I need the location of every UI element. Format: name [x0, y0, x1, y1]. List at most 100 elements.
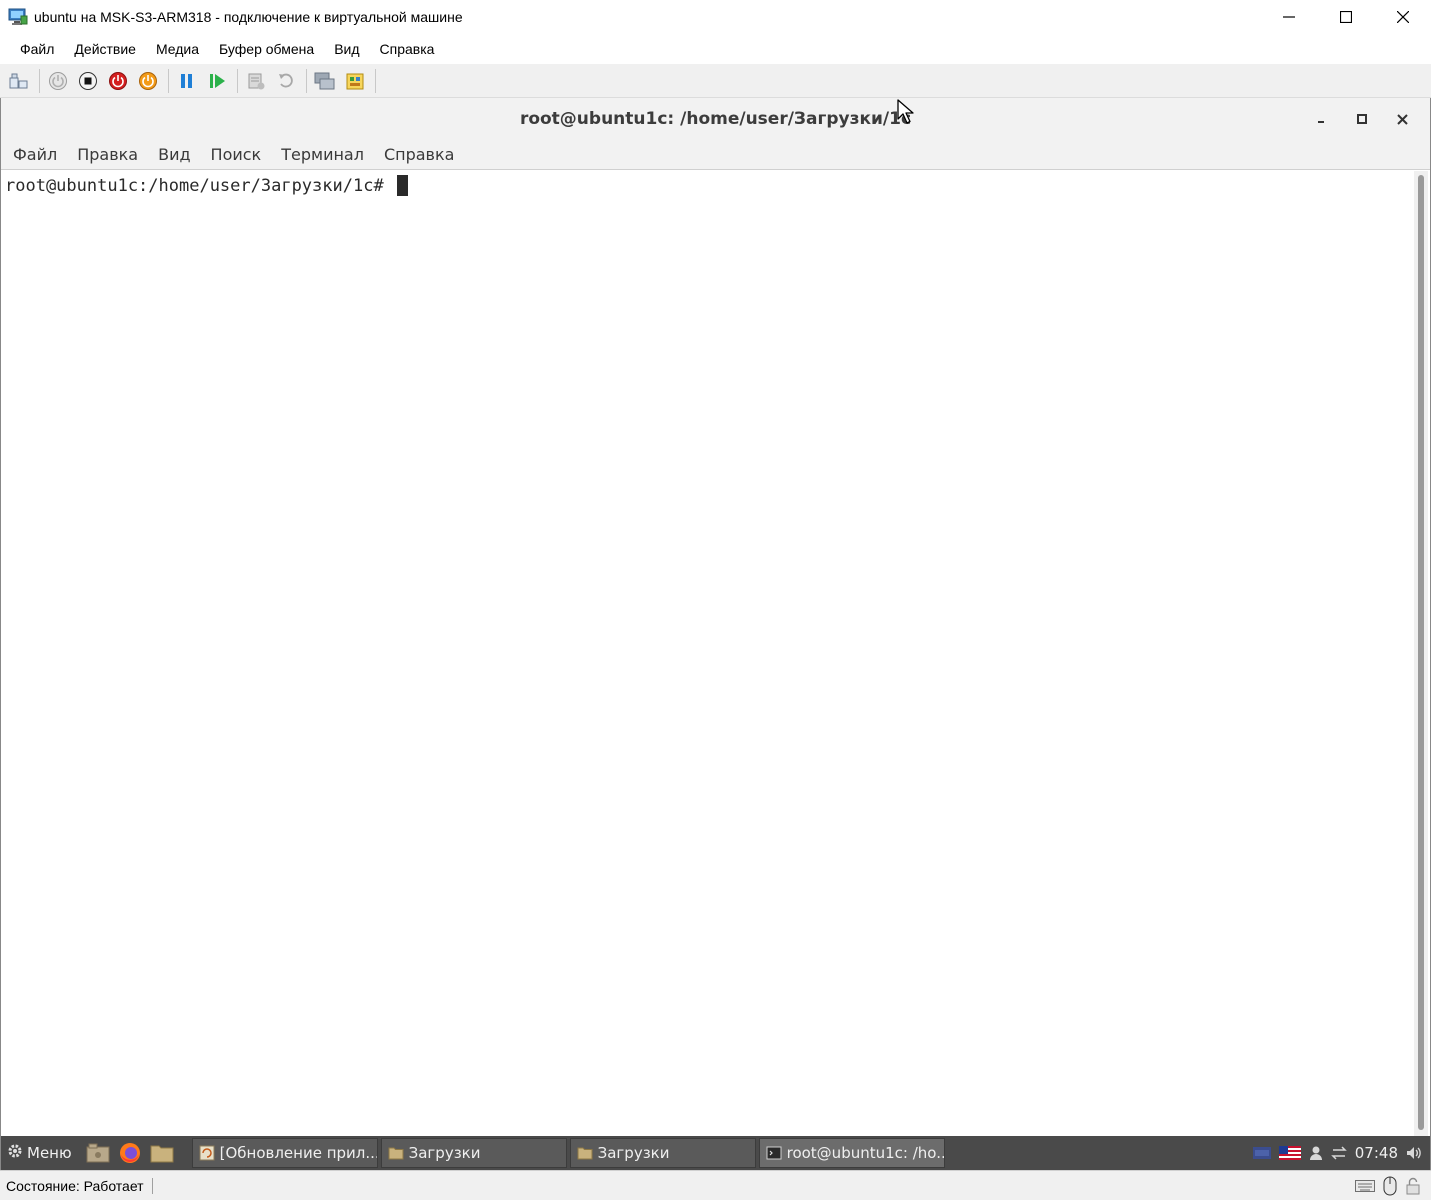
network-icon[interactable]	[1330, 1145, 1347, 1161]
close-icon	[1396, 11, 1409, 23]
minimize-icon	[1282, 16, 1295, 18]
turn-off-button[interactable]	[75, 68, 101, 94]
volume-icon[interactable]	[1406, 1145, 1422, 1161]
mouse-pointer-icon	[897, 99, 914, 124]
prompt-line: root@ubuntu1c:/home/user/Загрузки/1c#	[5, 175, 408, 196]
save-state-button[interactable]	[135, 68, 161, 94]
window-title: ubuntu на MSK-S3-ARM318 - подключение к …	[34, 9, 463, 25]
menu-clipboard[interactable]: Буфер обмена	[209, 41, 324, 57]
turn-off-icon	[79, 71, 97, 90]
enhanced-session-icon	[314, 72, 335, 89]
mouse-icon	[1383, 1176, 1397, 1196]
terminal-maximize-button[interactable]	[1342, 104, 1382, 134]
pause-button[interactable]	[174, 68, 200, 94]
start-button[interactable]	[45, 68, 71, 94]
firefox-icon	[119, 1143, 140, 1163]
terminal-title: root@ubuntu1c: /home/user/Загрузки/1c	[519, 109, 912, 129]
resume-button[interactable]	[204, 68, 230, 94]
taskbar-task-downloads-2[interactable]: Загрузки	[569, 1138, 756, 1168]
save-state-icon	[139, 71, 157, 90]
lock-icon	[1405, 1177, 1421, 1195]
share-button[interactable]	[342, 68, 368, 94]
terminal-close-button[interactable]	[1382, 104, 1422, 134]
terminal-menu-bar: Файл Правка Вид Поиск Терминал Справка	[1, 140, 1430, 170]
launcher-show-desktop[interactable]	[84, 1139, 112, 1167]
terminal-body[interactable]: root@ubuntu1c:/home/user/Загрузки/1c#	[1, 171, 1413, 1136]
terminal-menu-help[interactable]: Справка	[374, 145, 465, 164]
maximize-button[interactable]	[1317, 0, 1374, 34]
launcher-files[interactable]	[148, 1139, 176, 1167]
taskbar-task-update[interactable]: [Обновление прил...	[191, 1138, 378, 1168]
terminal-menu-terminal[interactable]: Терминал	[271, 145, 374, 164]
show-desktop-icon	[86, 1143, 110, 1163]
task-label: Загрузки	[597, 1144, 670, 1162]
folder-icon	[388, 1147, 404, 1160]
taskbar-task-downloads-1[interactable]: Загрузки	[380, 1138, 567, 1168]
terminal-title-bar[interactable]: root@ubuntu1c: /home/user/Загрузки/1c	[1, 98, 1430, 140]
toolbar-separator	[237, 68, 238, 93]
checkpoint-button[interactable]	[243, 68, 269, 94]
maximize-icon	[1357, 114, 1367, 124]
close-icon	[1396, 113, 1408, 125]
terminal-menu-search[interactable]: Поиск	[201, 145, 272, 164]
clock[interactable]: 07:48	[1355, 1144, 1398, 1162]
shell-prompt: root@ubuntu1c:/home/user/Загрузки/1c#	[5, 175, 384, 196]
shutdown-button[interactable]	[105, 68, 131, 94]
start-menu-button[interactable]: Меню	[1, 1136, 72, 1170]
terminal-menu-view[interactable]: Вид	[148, 145, 200, 164]
terminal-scrollbar[interactable]	[1414, 171, 1428, 1136]
pause-icon	[181, 73, 192, 88]
minimize-icon	[1318, 121, 1324, 123]
taskbar-task-terminal[interactable]: root@ubuntu1c: /ho...	[758, 1138, 945, 1168]
terminal-menu-file[interactable]: Файл	[3, 145, 67, 164]
update-icon	[199, 1145, 215, 1161]
scrollbar-thumb[interactable]	[1418, 175, 1424, 1130]
enhanced-session-button[interactable]	[312, 68, 338, 94]
keyboard-icon	[1355, 1179, 1375, 1193]
gear-icon	[7, 1143, 23, 1163]
share-icon	[346, 73, 364, 89]
folder-icon	[577, 1147, 593, 1160]
vm-status-text: Состояние: Работает	[6, 1177, 153, 1194]
terminal-menu-edit[interactable]: Правка	[67, 145, 148, 164]
close-button[interactable]	[1374, 0, 1431, 34]
menu-media[interactable]: Медиа	[146, 41, 209, 57]
start-menu-label: Меню	[27, 1144, 72, 1162]
shutdown-icon	[109, 71, 127, 90]
guest-display[interactable]: root@ubuntu1c: /home/user/Загрузки/1c Фа…	[0, 98, 1431, 1170]
start-icon	[49, 71, 67, 90]
task-label: root@ubuntu1c: /ho...	[786, 1144, 945, 1162]
ctrl-alt-del-icon	[9, 73, 28, 88]
host-menu-bar: Файл Действие Медиа Буфер обмена Вид Спр…	[0, 34, 1431, 64]
minimize-button[interactable]	[1260, 0, 1317, 34]
task-label: [Обновление прил...	[219, 1144, 378, 1162]
vm-connection-icon	[8, 8, 28, 26]
terminal-icon	[766, 1146, 782, 1160]
menu-view[interactable]: Вид	[324, 41, 369, 57]
terminal-minimize-button[interactable]	[1302, 104, 1342, 134]
maximize-icon	[1339, 11, 1352, 23]
menu-action[interactable]: Действие	[64, 41, 146, 57]
ctrl-alt-del-button[interactable]	[6, 68, 32, 94]
toolbar-separator	[306, 68, 307, 93]
user-icon[interactable]	[1309, 1145, 1323, 1161]
launcher-firefox[interactable]	[116, 1139, 144, 1167]
text-cursor	[396, 175, 408, 196]
revert-button[interactable]	[273, 68, 299, 94]
toolbar-separator	[39, 68, 40, 93]
guest-taskbar: Меню [Обновление прил... Загрузки Загруз…	[1, 1136, 1430, 1170]
host-status-bar: Состояние: Работает	[0, 1170, 1431, 1200]
keyboard-layout-icon[interactable]	[1252, 1147, 1271, 1159]
task-label: Загрузки	[408, 1144, 481, 1162]
system-tray: 07:48	[1252, 1136, 1430, 1170]
host-title-bar: ubuntu на MSK-S3-ARM318 - подключение к …	[0, 0, 1431, 34]
menu-file[interactable]: Файл	[10, 41, 64, 57]
us-flag-icon[interactable]	[1278, 1146, 1301, 1160]
menu-help[interactable]: Справка	[370, 41, 445, 57]
resume-icon	[210, 73, 225, 88]
revert-icon	[279, 73, 293, 87]
folder-icon	[150, 1145, 174, 1163]
checkpoint-icon	[248, 73, 265, 89]
host-toolbar	[0, 64, 1431, 98]
toolbar-separator	[375, 68, 376, 93]
